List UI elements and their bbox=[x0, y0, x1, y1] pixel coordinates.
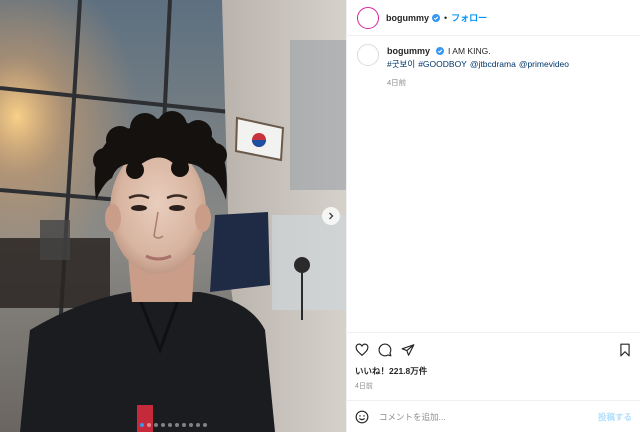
likes-count[interactable]: いいね！221.8万件 bbox=[355, 365, 632, 377]
carousel-dot bbox=[202, 423, 207, 427]
hashtag-link[interactable]: #굿보이 bbox=[387, 59, 415, 69]
like-button[interactable] bbox=[355, 343, 369, 357]
chevron-right-icon bbox=[329, 212, 334, 220]
save-button[interactable] bbox=[618, 343, 632, 357]
caption-avatar[interactable] bbox=[357, 44, 379, 66]
mention-link[interactable]: @jtbcdrama bbox=[470, 59, 516, 69]
emoji-icon[interactable] bbox=[355, 410, 369, 424]
carousel-dot bbox=[160, 423, 165, 427]
post-comment-button[interactable]: 投稿する bbox=[598, 411, 632, 423]
carousel-dot bbox=[181, 423, 186, 427]
carousel-dot bbox=[139, 423, 144, 427]
caption-time: 4日前 bbox=[387, 78, 407, 87]
header-separator: • bbox=[444, 12, 448, 23]
comment-input[interactable] bbox=[379, 411, 598, 422]
caption-tags: #굿보이 #GOODBOY @jtbcdrama @primevideo bbox=[387, 58, 572, 71]
hashtag-link[interactable]: #GOODBOY bbox=[418, 59, 467, 69]
caption-text: I AM KING. bbox=[448, 46, 491, 56]
avatar[interactable] bbox=[357, 6, 379, 29]
action-bar bbox=[355, 341, 632, 359]
comment-icon bbox=[378, 343, 392, 357]
carousel-dot bbox=[174, 423, 179, 427]
carousel-dot bbox=[167, 423, 172, 427]
caption: bogummy I AM KING. #굿보이 #GOODBOY @jtbcdram… bbox=[357, 44, 630, 89]
post-photo bbox=[0, 0, 346, 432]
post-side-panel: bogummy • フォロー bogummy I AM KING. #굿보이 #… bbox=[346, 0, 640, 432]
carousel-next-button[interactable] bbox=[322, 207, 340, 225]
heart-icon bbox=[355, 343, 369, 357]
verified-badge-icon bbox=[435, 47, 444, 55]
post-media[interactable] bbox=[0, 0, 346, 432]
add-comment-bar: 投稿する bbox=[347, 400, 640, 432]
carousel-indicator bbox=[0, 423, 346, 427]
carousel-dot bbox=[153, 423, 158, 427]
verified-badge-icon bbox=[432, 13, 441, 22]
bookmark-icon bbox=[620, 343, 630, 357]
carousel-dot bbox=[188, 423, 193, 427]
header-username[interactable]: bogummy bbox=[386, 13, 429, 23]
post-header: bogummy • フォロー bbox=[347, 0, 640, 36]
share-icon bbox=[401, 344, 415, 356]
comment-button[interactable] bbox=[378, 343, 392, 357]
follow-button[interactable]: フォロー bbox=[451, 11, 487, 24]
instagram-post: bogummy • フォロー bogummy I AM KING. #굿보이 #… bbox=[0, 0, 640, 432]
post-time: 4日前 bbox=[355, 383, 373, 390]
share-button[interactable] bbox=[401, 343, 415, 357]
post-actions: いいね！221.8万件 4日前 bbox=[347, 332, 640, 400]
carousel-dot bbox=[195, 423, 200, 427]
mention-link[interactable]: @primevideo bbox=[519, 59, 569, 69]
caption-username[interactable]: bogummy bbox=[387, 46, 430, 56]
comments-section: bogummy I AM KING. #굿보이 #GOODBOY @jtbcdram… bbox=[347, 36, 640, 332]
carousel-dot bbox=[146, 423, 151, 427]
